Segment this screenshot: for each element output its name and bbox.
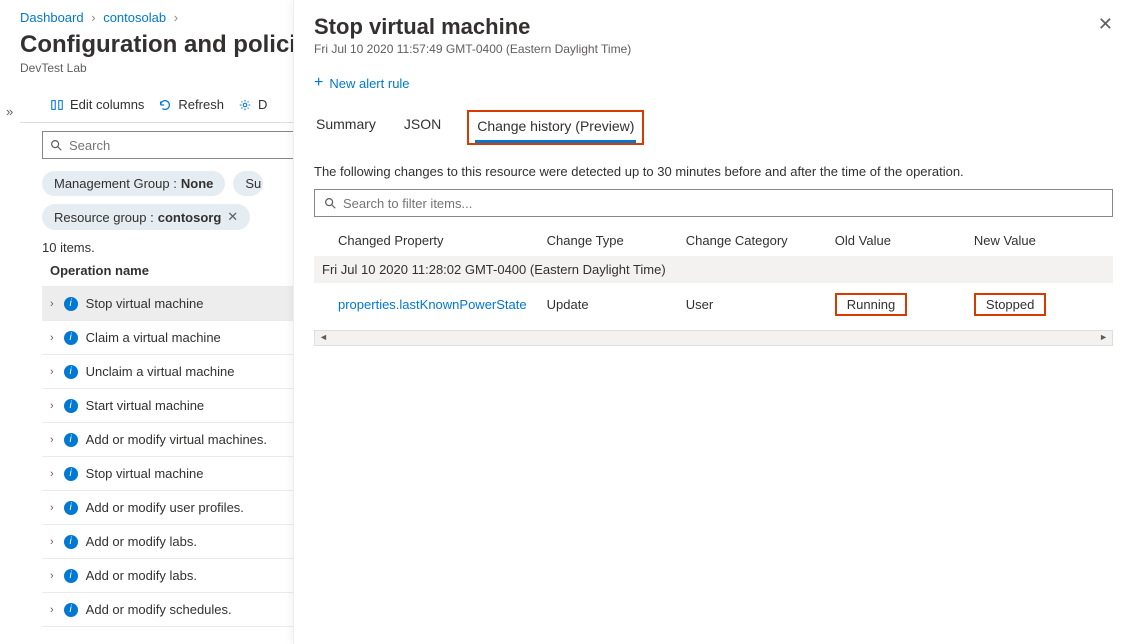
new-alert-button[interactable]: + New alert rule xyxy=(314,74,410,92)
list-item[interactable]: ›iAdd or modify labs. xyxy=(42,559,293,593)
info-icon: i xyxy=(64,603,78,617)
cell-change-category: User xyxy=(686,297,835,312)
chevron-right-icon: › xyxy=(50,536,54,548)
list-item[interactable]: ›iStop virtual machine xyxy=(42,457,293,491)
chevron-right-icon: › xyxy=(50,298,54,310)
cell-new-value: Stopped xyxy=(974,293,1113,316)
search-box[interactable] xyxy=(42,131,293,159)
tab-json[interactable]: JSON xyxy=(402,110,443,145)
panel-timestamp: Fri Jul 10 2020 11:57:49 GMT-0400 (Easte… xyxy=(314,42,631,56)
info-icon: i xyxy=(64,501,78,515)
info-icon: i xyxy=(64,535,78,549)
pill-mgmt-group[interactable]: Management Group : None xyxy=(42,171,225,196)
chevron-right-icon: › xyxy=(174,10,178,25)
cell-property[interactable]: properties.lastKnownPowerState xyxy=(338,297,547,312)
search-icon xyxy=(49,138,63,152)
description-text: The following changes to this resource w… xyxy=(314,164,1113,179)
info-icon: i xyxy=(64,433,78,447)
breadcrumb: Dashboard › contosolab › xyxy=(20,10,293,25)
chevron-right-icon: › xyxy=(50,434,54,446)
filter-pills: Management Group : None Su Resource grou… xyxy=(42,171,293,230)
edit-columns-label: Edit columns xyxy=(70,97,144,112)
list-item[interactable]: ›iAdd or modify labs. xyxy=(42,525,293,559)
operations-list: ›iStop virtual machine ›iClaim a virtual… xyxy=(42,286,293,627)
group-row[interactable]: Fri Jul 10 2020 11:28:02 GMT-0400 (Easte… xyxy=(314,256,1113,283)
list-item[interactable]: ›iUnclaim a virtual machine xyxy=(42,355,293,389)
horizontal-scrollbar[interactable] xyxy=(314,330,1113,346)
list-item[interactable]: ›iStop virtual machine xyxy=(42,287,293,321)
info-icon: i xyxy=(64,569,78,583)
refresh-icon xyxy=(158,98,172,112)
info-icon: i xyxy=(64,399,78,413)
chevron-right-icon: › xyxy=(50,400,54,412)
col-new-value[interactable]: New Value xyxy=(974,233,1113,248)
refresh-button[interactable]: Refresh xyxy=(158,97,224,112)
filter-input[interactable] xyxy=(343,196,1104,211)
info-icon: i xyxy=(64,365,78,379)
page-subtitle: DevTest Lab xyxy=(20,61,293,75)
columns-icon xyxy=(50,98,64,112)
chevron-right-icon: › xyxy=(50,366,54,378)
chevron-right-icon: › xyxy=(50,332,54,344)
search-icon xyxy=(323,196,337,210)
page-title: Configuration and policies xyxy=(20,31,293,59)
chevron-right-icon: › xyxy=(50,502,54,514)
highlight-box: Stopped xyxy=(974,293,1046,316)
panel-title: Stop virtual machine xyxy=(314,14,631,40)
list-header: Operation name xyxy=(50,263,293,278)
tab-summary[interactable]: Summary xyxy=(314,110,378,145)
chevron-right-icon: › xyxy=(50,604,54,616)
list-item[interactable]: ›iAdd or modify schedules. xyxy=(42,593,293,627)
col-change-category[interactable]: Change Category xyxy=(686,233,835,248)
search-input[interactable] xyxy=(69,138,293,153)
new-alert-label: New alert rule xyxy=(329,76,409,91)
highlight-box: Running xyxy=(835,293,907,316)
list-item[interactable]: ›iStart virtual machine xyxy=(42,389,293,423)
tab-change-history[interactable]: Change history (Preview) xyxy=(475,112,636,143)
tabs: Summary JSON Change history (Preview) xyxy=(314,110,1113,146)
highlight-box: Change history (Preview) xyxy=(467,110,644,145)
pill-resource-group[interactable]: Resource group : contosorg✕ xyxy=(42,204,250,230)
table-row[interactable]: properties.lastKnownPowerState Update Us… xyxy=(314,283,1113,326)
gear-icon xyxy=(238,98,252,112)
close-icon[interactable]: ✕ xyxy=(227,209,238,225)
col-changed-property[interactable]: Changed Property xyxy=(338,233,547,248)
col-old-value[interactable]: Old Value xyxy=(835,233,974,248)
chevron-right-icon: › xyxy=(50,468,54,480)
edit-columns-button[interactable]: Edit columns xyxy=(50,97,144,112)
info-icon: i xyxy=(64,467,78,481)
more-button[interactable]: D xyxy=(238,97,267,112)
close-icon[interactable]: ✕ xyxy=(1098,14,1113,35)
list-item[interactable]: ›iAdd or modify user profiles. xyxy=(42,491,293,525)
items-count: 10 items. xyxy=(42,240,293,255)
breadcrumb-lab[interactable]: contosolab xyxy=(103,10,166,25)
cell-change-type: Update xyxy=(547,297,686,312)
col-change-type[interactable]: Change Type xyxy=(547,233,686,248)
breadcrumb-dashboard[interactable]: Dashboard xyxy=(20,10,84,25)
list-item[interactable]: ›iAdd or modify virtual machines. xyxy=(42,423,293,457)
info-icon: i xyxy=(64,331,78,345)
cell-old-value: Running xyxy=(835,293,974,316)
more-label: D xyxy=(258,97,267,112)
filter-box[interactable] xyxy=(314,189,1113,217)
plus-icon: + xyxy=(314,74,323,92)
chevron-right-icon: › xyxy=(50,570,54,582)
detail-panel: Stop virtual machine Fri Jul 10 2020 11:… xyxy=(293,0,1133,644)
grid-header: Changed Property Change Type Change Cate… xyxy=(314,225,1113,256)
list-item[interactable]: ›iClaim a virtual machine xyxy=(42,321,293,355)
expand-icon[interactable]: » xyxy=(6,104,13,119)
refresh-label: Refresh xyxy=(178,97,224,112)
toolbar: Edit columns Refresh D xyxy=(20,93,293,123)
chevron-right-icon: › xyxy=(91,10,95,25)
pill-subscription[interactable]: Su xyxy=(233,171,263,196)
info-icon: i xyxy=(64,297,78,311)
